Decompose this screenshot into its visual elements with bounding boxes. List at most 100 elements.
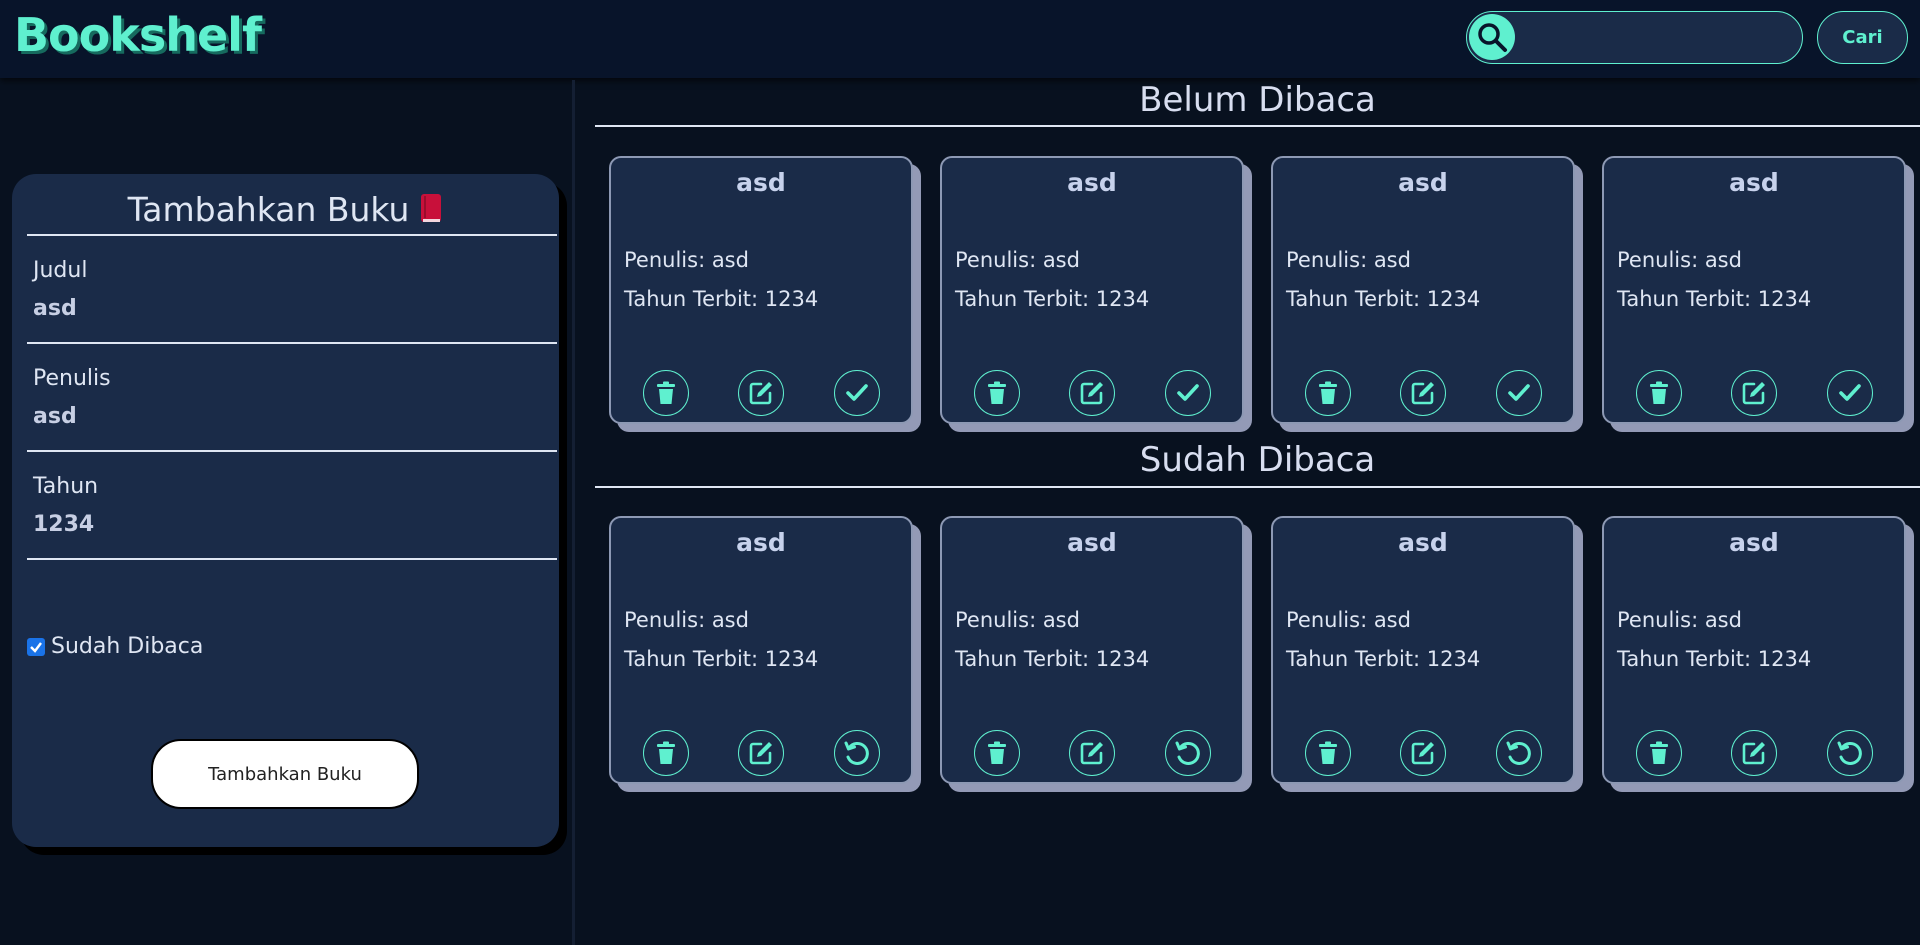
book-author: Penulis: asd xyxy=(955,608,1080,632)
undo-icon xyxy=(1505,739,1533,767)
edit-icon xyxy=(1078,739,1106,767)
edit-icon xyxy=(1409,739,1437,767)
app-logo: Bookshelf xyxy=(14,8,262,62)
check-icon xyxy=(1506,380,1532,406)
book-card: asd Penulis: asd Tahun Terbit: 1234 xyxy=(1602,516,1906,784)
trash-button[interactable] xyxy=(974,730,1020,776)
add-book-form: Tambahkan Buku Judul asd Penulis asd Tah… xyxy=(12,174,559,847)
book-author: Penulis: asd xyxy=(1286,608,1411,632)
book-title: asd xyxy=(1398,168,1448,197)
undo-icon xyxy=(843,739,871,767)
form-divider xyxy=(27,234,557,236)
check-button[interactable] xyxy=(1165,370,1211,416)
title-field[interactable]: asd xyxy=(33,296,533,321)
book-author: Penulis: asd xyxy=(955,248,1080,272)
book-title: asd xyxy=(1729,168,1779,197)
check-button[interactable] xyxy=(1827,370,1873,416)
check-button[interactable] xyxy=(834,370,880,416)
book-card: asd Penulis: asd Tahun Terbit: 1234 xyxy=(609,516,913,784)
book-year: Tahun Terbit: 1234 xyxy=(1286,647,1481,671)
trash-button[interactable] xyxy=(1636,370,1682,416)
undo-icon xyxy=(1174,739,1202,767)
search-icon[interactable] xyxy=(1469,14,1515,60)
book-card: asd Penulis: asd Tahun Terbit: 1234 xyxy=(1602,156,1906,424)
search-button[interactable]: Cari xyxy=(1817,11,1908,64)
trash-icon xyxy=(653,740,679,766)
check-icon xyxy=(1837,380,1863,406)
book-author: Penulis: asd xyxy=(624,248,749,272)
check-icon xyxy=(844,380,870,406)
trash-icon xyxy=(984,380,1010,406)
book-card: asd Penulis: asd Tahun Terbit: 1234 xyxy=(1271,516,1575,784)
undo-button[interactable] xyxy=(1827,730,1873,776)
trash-button[interactable] xyxy=(643,730,689,776)
read-section-title: Sudah Dibaca xyxy=(1139,440,1376,480)
year-label: Tahun xyxy=(33,474,99,499)
search-input[interactable] xyxy=(1521,18,1791,56)
add-book-button[interactable]: Tambahkan Buku xyxy=(151,739,419,809)
book-card: asd Penulis: asd Tahun Terbit: 1234 xyxy=(940,156,1244,424)
book-year: Tahun Terbit: 1234 xyxy=(1617,287,1812,311)
undo-icon xyxy=(1836,739,1864,767)
undo-button[interactable] xyxy=(834,730,880,776)
book-author: Penulis: asd xyxy=(1286,248,1411,272)
edit-button[interactable] xyxy=(1069,730,1115,776)
book-card: asd Penulis: asd Tahun Terbit: 1234 xyxy=(1271,156,1575,424)
search-box[interactable] xyxy=(1466,11,1803,64)
check-button[interactable] xyxy=(1496,370,1542,416)
trash-icon xyxy=(1315,380,1341,406)
trash-button[interactable] xyxy=(1636,730,1682,776)
book-card: asd Penulis: asd Tahun Terbit: 1234 xyxy=(940,516,1244,784)
edit-button[interactable] xyxy=(1400,370,1446,416)
edit-button[interactable] xyxy=(1731,370,1777,416)
trash-button[interactable] xyxy=(1305,730,1351,776)
book-title: asd xyxy=(1067,168,1117,197)
trash-icon xyxy=(653,380,679,406)
book-year: Tahun Terbit: 1234 xyxy=(624,647,819,671)
read-section-divider xyxy=(595,486,1920,488)
book-year: Tahun Terbit: 1234 xyxy=(1286,287,1481,311)
undo-button[interactable] xyxy=(1496,730,1542,776)
read-checkbox-label: Sudah Dibaca xyxy=(51,634,204,659)
year-field[interactable]: 1234 xyxy=(33,512,533,537)
edit-button[interactable] xyxy=(1731,730,1777,776)
title-underline xyxy=(27,342,557,344)
undo-button[interactable] xyxy=(1165,730,1211,776)
author-label: Penulis xyxy=(33,366,111,391)
unread-section-title: Belum Dibaca xyxy=(1139,80,1376,120)
book-author: Penulis: asd xyxy=(1617,248,1742,272)
trash-icon xyxy=(984,740,1010,766)
book-title: asd xyxy=(736,168,786,197)
trash-button[interactable] xyxy=(643,370,689,416)
edit-icon xyxy=(747,739,775,767)
column-divider xyxy=(572,80,575,945)
read-checkbox-row[interactable]: Sudah Dibaca xyxy=(27,634,203,659)
unread-section-divider xyxy=(595,125,1920,127)
trash-icon xyxy=(1646,380,1672,406)
edit-icon xyxy=(1740,379,1768,407)
trash-icon xyxy=(1646,740,1672,766)
edit-icon xyxy=(747,379,775,407)
edit-icon xyxy=(1409,379,1437,407)
book-title: asd xyxy=(1398,528,1448,557)
form-title: Tambahkan Buku xyxy=(12,190,559,229)
year-underline xyxy=(27,558,557,560)
edit-icon xyxy=(1740,739,1768,767)
author-field[interactable]: asd xyxy=(33,404,533,429)
edit-button[interactable] xyxy=(738,370,784,416)
edit-button[interactable] xyxy=(738,730,784,776)
read-checkbox[interactable] xyxy=(27,637,45,656)
form-title-text: Tambahkan Buku xyxy=(127,190,410,229)
book-icon xyxy=(421,193,442,222)
trash-button[interactable] xyxy=(1305,370,1351,416)
book-author: Penulis: asd xyxy=(624,608,749,632)
trash-icon xyxy=(1315,740,1341,766)
edit-button[interactable] xyxy=(1069,370,1115,416)
book-author: Penulis: asd xyxy=(1617,608,1742,632)
edit-button[interactable] xyxy=(1400,730,1446,776)
book-year: Tahun Terbit: 1234 xyxy=(955,647,1150,671)
trash-button[interactable] xyxy=(974,370,1020,416)
book-title: asd xyxy=(736,528,786,557)
book-title: asd xyxy=(1729,528,1779,557)
book-card: asd Penulis: asd Tahun Terbit: 1234 xyxy=(609,156,913,424)
